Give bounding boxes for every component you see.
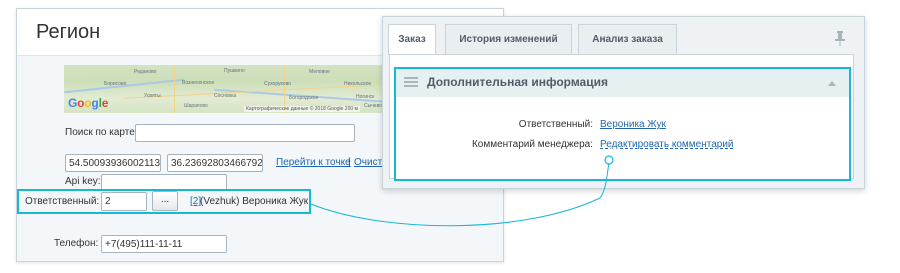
google-logo: Google [68,96,109,110]
map-town-label: Меловое [309,69,330,75]
map-town-label: Богородское [289,95,319,101]
latitude-input[interactable]: 54.500939360021135 [65,154,161,172]
map-credits: Картографические данные © 2018 Google 20… [244,106,360,112]
tab-history[interactable]: История изменений [445,24,572,54]
collapse-arrow-icon[interactable] [828,81,836,86]
phone-label: Телефон: [54,238,99,249]
map-town-label: Сосновка [214,93,237,99]
map-town-label: Никольское [344,81,372,87]
map-town-label: Сычево [364,103,382,109]
goto-point-link[interactable]: Перейти к точке [276,157,351,168]
map-search-input[interactable] [135,124,355,142]
map-town-label: Борисово [104,81,127,87]
additional-info-section: Дополнительная информация Ответственный:… [394,67,851,181]
responsible-row-highlight: Ответственный: 2 ... [2] (Vezhuk) Верони… [17,189,311,214]
section-title: Дополнительная информация [427,75,608,89]
responsible-name: (Vezhuk) Вероника Жук [200,196,309,207]
map-town-label: Вознесенское [182,80,215,86]
map-town-label: Усвяты [144,93,161,99]
drag-handle-icon[interactable] [404,77,418,88]
map-town-label: Сухоруково [264,81,291,87]
apikey-label: Api key: [65,176,101,187]
tab-analysis[interactable]: Анализ заказа [578,24,677,54]
region-title: Регион [36,21,101,43]
section-header[interactable]: Дополнительная информация [396,69,849,97]
tab-order[interactable]: Заказ [388,24,436,55]
phone-input[interactable]: +7(495)111-11-11 [101,235,227,253]
map-search-label: Поиск по карте: [65,127,138,138]
responsible-field-label: Ответственный: [518,119,593,130]
longitude-input[interactable]: 36.23692803466792б [167,154,263,172]
map-view[interactable]: Реданово Пушкино Меловое Борисово Вознес… [64,65,394,113]
responsible-id-input[interactable]: 2 [101,192,147,211]
map-town-label: Ногинск [356,94,375,100]
edit-comment-link[interactable]: Редактировать комментарий [600,139,734,150]
pin-icon[interactable] [834,30,846,46]
map-town-label: Реданово [134,69,157,75]
manager-comment-label: Комментарий менеджера: [471,139,593,150]
map-town-label: Шарапово [184,103,208,109]
choose-user-button[interactable]: ... [152,191,178,211]
map-town-label: Пушкино [224,68,245,74]
responsible-label: Ответственный: [25,196,100,207]
responsible-user-link[interactable]: Вероника Жук [600,119,666,130]
link-separator: | [348,157,351,168]
